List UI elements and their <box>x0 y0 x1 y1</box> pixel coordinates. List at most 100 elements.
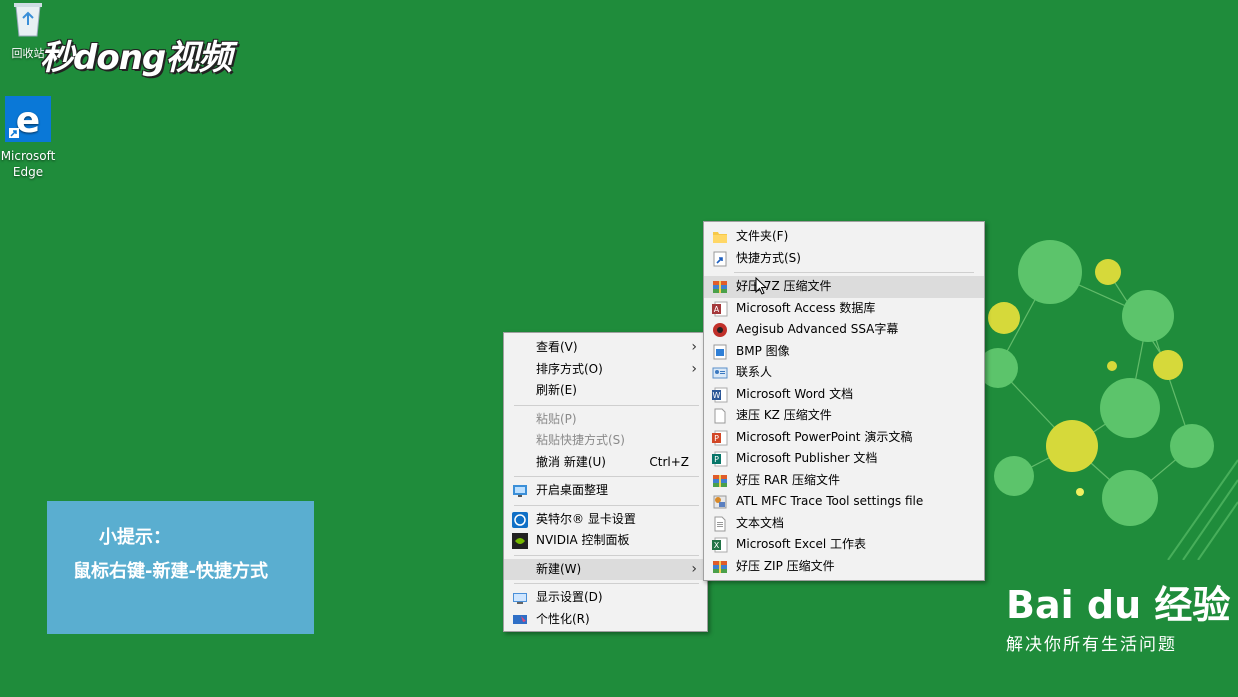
new-item-label: Microsoft Access 数据库 <box>736 300 876 315</box>
menu-item-intel-graphics[interactable]: 英特尔® 显卡设置 <box>504 509 707 531</box>
new-item-text-document[interactable]: 文本文档 <box>704 513 984 535</box>
shortcut-label: Ctrl+Z <box>649 454 689 469</box>
svg-text:X: X <box>714 541 720 550</box>
video-watermark: 秒dong视频 <box>40 38 232 78</box>
powerpoint-icon: P <box>712 430 728 445</box>
menu-separator <box>514 476 699 477</box>
new-item-shortcut[interactable]: 快捷方式(S) <box>704 248 984 270</box>
menu-item-label: 查看(V) <box>536 340 578 354</box>
new-item-publisher[interactable]: P Microsoft Publisher 文档 <box>704 448 984 470</box>
menu-item-label: 撤消 新建(U) <box>536 454 606 469</box>
new-submenu: 文件夹(F) 快捷方式(S) 好压 7Z 压缩文件 A Microsoft Ac… <box>703 221 985 581</box>
menu-item-nvidia[interactable]: NVIDIA 控制面板 <box>504 530 707 552</box>
tip-box: 小提示： 鼠标右键-新建-快捷方式 <box>47 501 314 634</box>
new-item-atl-mfc[interactable]: ATL MFC Trace Tool settings file <box>704 491 984 513</box>
new-item-7z-archive[interactable]: 好压 7Z 压缩文件 <box>704 276 984 298</box>
baidu-brand: Bai du 经验 <box>1006 583 1231 627</box>
baidu-slogan: 解决你所有生活问题 <box>1006 635 1177 655</box>
new-item-label: 好压 RAR 压缩文件 <box>736 472 841 487</box>
desktop-context-menu: 查看(V) › 排序方式(O) › 刷新(E) 粘贴(P) 粘贴快捷方式(S) … <box>503 332 708 632</box>
new-item-rar-archive[interactable]: 好压 RAR 压缩文件 <box>704 470 984 492</box>
new-item-label: 文件夹(F) <box>736 229 789 243</box>
new-item-excel[interactable]: X Microsoft Excel 工作表 <box>704 534 984 556</box>
mouse-cursor-icon <box>755 277 767 295</box>
folder-icon <box>713 232 727 243</box>
shortcut-icon <box>713 251 727 266</box>
new-item-label: 速压 KZ 压缩文件 <box>736 408 832 422</box>
svg-text:A: A <box>714 305 720 314</box>
new-item-word[interactable]: W Microsoft Word 文档 <box>704 384 984 406</box>
new-item-label: Microsoft Word 文档 <box>736 386 854 401</box>
intel-graphics-icon <box>512 511 528 528</box>
new-item-folder[interactable]: 文件夹(F) <box>704 226 984 248</box>
new-item-label: 文本文档 <box>736 515 785 530</box>
menu-item-new[interactable]: 新建(W) › <box>504 558 707 580</box>
new-item-label: 快捷方式(S) <box>736 250 801 265</box>
menu-item-label: 英特尔® 显卡设置 <box>536 511 636 526</box>
tip-text: 鼠标右键-新建-快捷方式 <box>73 561 268 582</box>
personalize-icon <box>513 614 527 624</box>
menu-item-label: 开启桌面整理 <box>536 483 609 497</box>
excel-icon: X <box>712 537 728 553</box>
menu-item-label: 粘贴快捷方式(S) <box>536 433 625 447</box>
desktop-organize-icon <box>513 485 527 497</box>
contact-icon <box>712 367 728 379</box>
new-item-zip-archive[interactable]: 好压 ZIP 压缩文件 <box>704 556 984 578</box>
new-item-powerpoint[interactable]: P Microsoft PowerPoint 演示文稿 <box>704 427 984 449</box>
edge-label: Microsoft Edge <box>0 149 56 179</box>
menu-item-refresh[interactable]: 刷新(E) <box>504 380 707 402</box>
word-icon: W <box>712 387 728 402</box>
menu-item-paste[interactable]: 粘贴(P) <box>504 409 707 431</box>
menu-item-label: 个性化(R) <box>536 611 590 626</box>
blank-file-icon <box>714 408 726 424</box>
menu-item-undo-new[interactable]: 撤消 新建(U) Ctrl+Z <box>504 452 707 474</box>
text-file-icon <box>714 516 726 531</box>
edge-icon: e <box>5 96 51 142</box>
menu-separator <box>514 583 699 584</box>
tip-title: 小提示： <box>99 527 171 548</box>
new-item-bmp[interactable]: BMP 图像 <box>704 341 984 363</box>
nvidia-icon <box>512 533 528 549</box>
menu-item-display-settings[interactable]: 显示设置(D) <box>504 587 707 609</box>
baidu-jingyan-logo: Bai du 经验 解决你所有生活问题 <box>1006 582 1230 655</box>
svg-text:e: e <box>16 100 40 141</box>
archive-icon <box>713 560 727 573</box>
atl-icon <box>713 495 727 509</box>
new-item-contact[interactable]: 联系人 <box>704 362 984 384</box>
desktop-icon-edge[interactable]: e Microsoft Edge <box>0 96 58 180</box>
chevron-right-icon: › <box>691 360 697 377</box>
menu-separator <box>514 504 699 506</box>
menu-item-desktop-organize[interactable]: 开启桌面整理 <box>504 480 707 502</box>
new-item-kz-archive[interactable]: 速压 KZ 压缩文件 <box>704 405 984 427</box>
archive-icon <box>713 281 727 293</box>
bmp-icon <box>713 344 727 359</box>
menu-item-view[interactable]: 查看(V) › <box>504 337 707 359</box>
svg-text:W: W <box>713 391 721 400</box>
access-icon: A <box>712 301 728 316</box>
chevron-right-icon: › <box>691 560 697 577</box>
menu-separator <box>514 554 699 556</box>
menu-item-label: 粘贴(P) <box>536 411 577 426</box>
svg-text:P: P <box>714 434 719 443</box>
archive-icon <box>713 474 727 487</box>
menu-item-sort[interactable]: 排序方式(O) › <box>504 359 707 381</box>
menu-item-paste-shortcut[interactable]: 粘贴快捷方式(S) <box>504 430 707 452</box>
new-item-label: ATL MFC Trace Tool settings file <box>736 494 924 508</box>
new-item-label: 联系人 <box>736 365 773 379</box>
menu-item-label: NVIDIA 控制面板 <box>536 533 630 547</box>
aegisub-icon <box>713 323 727 337</box>
menu-item-label: 排序方式(O) <box>536 361 603 376</box>
new-item-aegisub[interactable]: Aegisub Advanced SSA字幕 <box>704 319 984 341</box>
menu-item-label: 显示设置(D) <box>536 590 603 604</box>
new-item-label: 好压 ZIP 压缩文件 <box>736 558 835 573</box>
menu-item-personalize[interactable]: 个性化(R) <box>504 609 707 631</box>
new-item-label: 好压 7Z 压缩文件 <box>736 279 832 293</box>
chevron-right-icon: › <box>691 339 697 355</box>
menu-item-label: 新建(W) <box>536 561 582 576</box>
background-decoration <box>978 240 1238 560</box>
new-item-label: Aegisub Advanced SSA字幕 <box>736 322 899 336</box>
new-item-access[interactable]: A Microsoft Access 数据库 <box>704 298 984 320</box>
display-icon <box>513 593 527 604</box>
menu-item-label: 刷新(E) <box>536 383 577 397</box>
menu-separator <box>514 404 699 406</box>
